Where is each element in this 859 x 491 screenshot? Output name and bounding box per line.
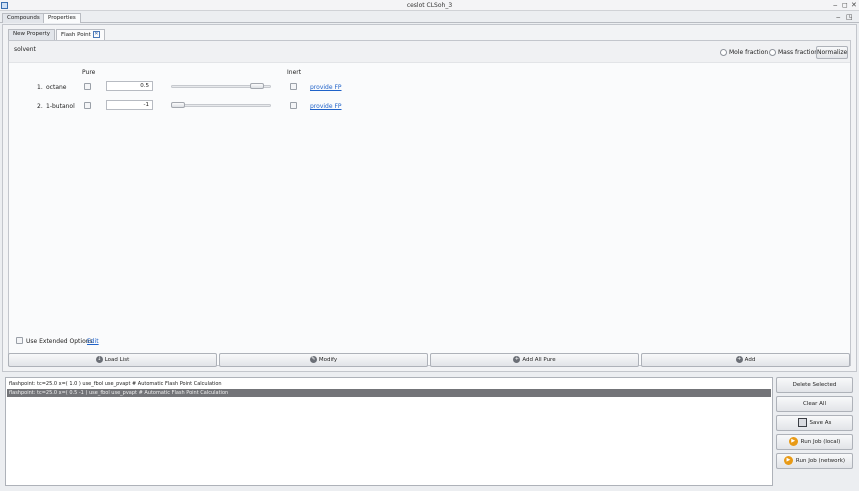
job-list-item-selected[interactable]: flashpoint: tc=25.0 x=( 0.5 -1 ) use_fbo… [7,389,771,397]
clear-all-button[interactable]: Clear All [776,396,853,412]
add-all-pure-button[interactable]: + Add All Pure [430,353,639,367]
modify-label: Modify [318,357,338,363]
run-network-label: Run Job (network) [795,458,846,464]
pure-checkbox[interactable] [84,102,91,109]
run-local-label: Run Job (local) [800,439,841,445]
tab-properties[interactable]: Properties [43,13,81,23]
tab-close-icon[interactable]: ✕ [92,31,100,38]
extended-options-edit-link[interactable]: Edit [87,338,99,345]
tab-flash-point-label: Flash Point [61,32,91,38]
mole-fraction-label: Mole fraction [729,49,769,56]
component-name: octane [46,84,67,91]
add-all-icon: + [513,356,521,363]
extended-options-checkbox[interactable] [16,337,23,344]
tab-compounds[interactable]: Compounds [2,13,45,23]
restore-icon[interactable]: ◻ [842,1,848,9]
save-icon [797,418,807,427]
solvent-header: solvent Mole fraction Mass fraction Norm… [9,41,850,63]
mole-fraction-radio[interactable] [720,49,727,56]
save-as-label: Save As [809,420,832,426]
add-button[interactable]: + Add [641,353,850,367]
fraction-slider[interactable] [171,104,271,107]
action-bar: ↓ Load List ✎ Modify + Add All Pure + Add [5,353,855,367]
inert-checkbox[interactable] [290,83,297,90]
inert-column-header: Inert [287,69,302,76]
tab-new-property[interactable]: New Property [8,29,56,40]
mass-fraction-label: Mass fraction [778,49,819,56]
panel-float-icon[interactable]: ◳ [846,13,853,21]
add-icon: + [735,356,743,363]
provide-fp-link[interactable]: provide FP [310,103,342,110]
modify-button[interactable]: ✎ Modify [219,353,428,367]
row-index: 2. [37,103,43,110]
normalize-button[interactable]: Normalize [816,46,848,59]
pure-checkbox[interactable] [84,83,91,90]
slider-handle[interactable] [250,83,265,89]
add-all-pure-label: Add All Pure [522,357,556,363]
modify-icon: ✎ [309,356,317,363]
fraction-input[interactable]: 0.5 [106,81,153,91]
mass-fraction-radio[interactable] [769,49,776,56]
panel-minimize-icon[interactable]: ‒ [836,13,840,21]
job-list-item[interactable]: flashpoint: tc=25.0 x=( 1.0 ) use_fbol u… [7,380,771,388]
delete-selected-button[interactable]: Delete Selected [776,377,853,393]
inert-checkbox[interactable] [290,102,297,109]
extended-options-label: Use Extended Options [26,338,93,345]
component-name: 1-butanol [46,103,75,110]
window-title: ceslot CLSoh_3 [406,2,453,9]
provide-fp-link[interactable]: provide FP [310,84,342,91]
load-list-label: Load List [104,357,130,363]
pure-column-header: Pure [82,69,96,76]
run-icon: ▶ [788,437,798,446]
main-tab-bar: Compounds Properties [0,12,859,23]
run-local-button[interactable]: ▶ Run Job (local) [776,434,853,450]
solvent-label: solvent [14,46,36,53]
row-index: 1. [37,84,43,91]
slider-handle[interactable] [171,102,185,108]
job-list[interactable]: flashpoint: tc=25.0 x=( 1.0 ) use_fbol u… [5,377,773,486]
load-list-button[interactable]: ↓ Load List [8,353,217,367]
load-icon: ↓ [95,356,103,363]
add-label: Add [744,357,756,363]
title-bar: ceslot CLSoh_3 ‒ ◻ ✕ [0,0,859,11]
run-network-button[interactable]: ▶ Run Job (network) [776,453,853,469]
fraction-input[interactable]: -1 [106,100,153,110]
save-as-button[interactable]: Save As [776,415,853,431]
properties-panel: New Property Flash Point ✕ solvent Mole f… [2,24,857,372]
close-icon[interactable]: ✕ [851,1,857,9]
tab-flash-point[interactable]: Flash Point ✕ [56,29,105,40]
flash-point-editor: solvent Mole fraction Mass fraction Norm… [8,40,851,366]
run-network-icon: ▶ [783,456,793,465]
minimize-icon[interactable]: ‒ [833,1,837,9]
app-window: ceslot CLSoh_3 ‒ ◻ ✕ Compounds Propertie… [0,0,859,491]
